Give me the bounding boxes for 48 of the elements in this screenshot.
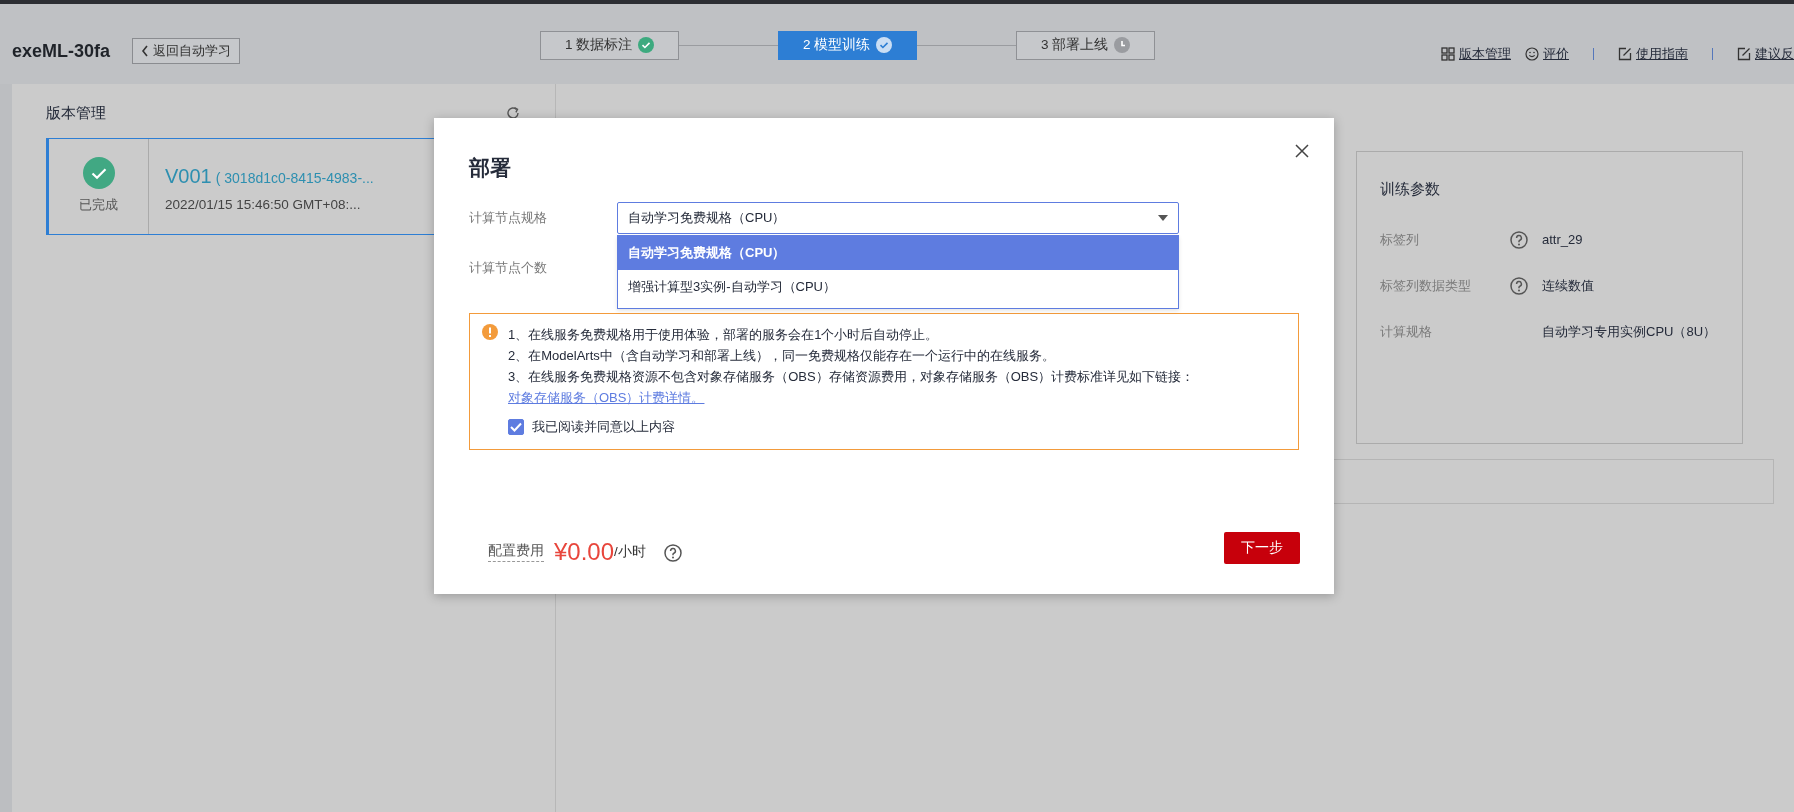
- step-tab[interactable]: 2 模型训练: [778, 30, 918, 60]
- checkbox[interactable]: [508, 418, 524, 435]
- edit-icon: [1618, 47, 1632, 61]
- card-title: 训练参数: [1380, 179, 1441, 199]
- select-field[interactable]: 自动学习免费规格（CPU）: [617, 201, 1179, 234]
- check-circle-icon: [82, 157, 115, 190]
- price-value: ¥0.00: [554, 540, 615, 564]
- field-label: 计算节点个数: [469, 258, 548, 277]
- step-tab[interactable]: 1 数据标注: [540, 30, 680, 60]
- link[interactable]: 对象存储服务（OBS）计费详情。: [508, 390, 705, 405]
- param-value: 连续数值: [1542, 276, 1594, 295]
- step-tab[interactable]: 3 部署上线: [1016, 30, 1156, 60]
- next-button[interactable]: 下一步: [1224, 532, 1300, 564]
- header-link[interactable]: 建议反: [1737, 44, 1794, 64]
- header-link[interactable]: 版本管理: [1441, 44, 1511, 64]
- dropdown-option[interactable]: 增强计算型3实例-自动学习（CPU）: [618, 269, 1178, 304]
- warning-icon: [482, 324, 498, 340]
- dialog-title: 部署: [469, 155, 512, 181]
- param-label: 标签列数据类型: [1380, 276, 1472, 295]
- notice-text: 3、在线服务免费规格资源不包含对象存储服务（OBS）存储资源费用，对象存储服务（OBS）计费标准详见如下链接： 对象存储服务（OBS）计费详情。: [508, 368, 1196, 407]
- help-icon: [663, 544, 682, 562]
- dropdown-option[interactable]: 自动学习免费规格（CPU）: [618, 235, 1178, 270]
- refresh-icon: [506, 106, 520, 121]
- param-label: 标签列: [1380, 230, 1420, 249]
- cost-label: 配置费用: [488, 540, 544, 562]
- notice-text: 2、在ModelArts中（含自动学习和部署上线），同一免费规格仅能存在一个运行中的在线服务。: [508, 347, 1056, 365]
- version-time: 2022/01/15 15:46:50 GMT+08:...: [165, 195, 362, 214]
- app-title: exeML-30fa: [12, 39, 111, 63]
- back-button[interactable]: 返回自动学习: [132, 38, 241, 64]
- param-value: attr_29: [1542, 230, 1583, 249]
- param-label: 计算规格: [1380, 322, 1433, 341]
- version-name: V001: [165, 164, 212, 187]
- smile-icon: [1525, 47, 1539, 61]
- status-label: 已完成: [79, 196, 118, 215]
- price-unit: /小时: [614, 542, 646, 559]
- version-id: ( 3018d1c0-8415-4983-...: [215, 169, 374, 186]
- caret-down-icon: [1158, 214, 1168, 221]
- param-value: 自动学习专用实例CPU（8U）: [1542, 322, 1717, 341]
- edit-icon: [1737, 47, 1751, 61]
- field-label: 计算节点规格: [469, 208, 548, 227]
- grid-icon: [1441, 47, 1455, 61]
- checkbox-label: 我已阅读并同意以上内容: [532, 418, 675, 436]
- close-icon: [1295, 144, 1309, 158]
- panel-title: 版本管理: [46, 103, 106, 123]
- notice-text: 1、在线服务免费规格用于使用体验，部署的服务会在1个小时后自动停止。: [508, 326, 940, 344]
- header-link[interactable]: 评价: [1525, 44, 1569, 64]
- header-link[interactable]: 使用指南: [1618, 44, 1688, 64]
- chevron-left-icon: [141, 45, 150, 57]
